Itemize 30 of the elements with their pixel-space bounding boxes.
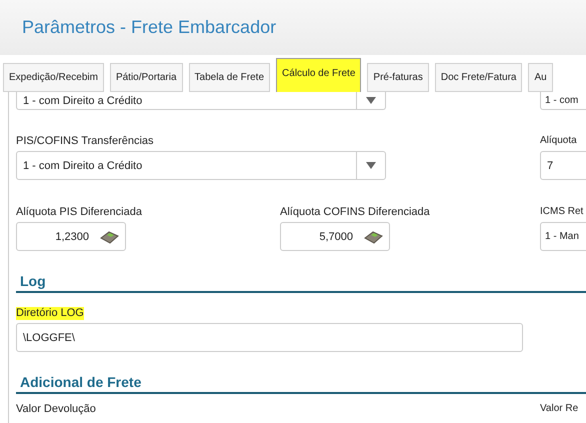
field-label: Diretório LOG (16, 307, 84, 320)
section-title: Adicional de Frete (16, 374, 586, 394)
dropdown-field[interactable]: 1 - Man (540, 222, 586, 251)
field-label: Valor Devolução (16, 403, 96, 416)
tab[interactable]: Pré-faturas (367, 63, 429, 92)
input-field[interactable]: 7 (540, 151, 586, 180)
dropdown-field[interactable]: 1 - com Direito a Crédito (16, 92, 386, 110)
number-field[interactable]: 1,2300 (16, 222, 126, 251)
dropdown-field[interactable]: 1 - com (540, 92, 586, 110)
dropdown-arrow-icon (366, 97, 376, 104)
field-label: Valor Re (540, 403, 578, 416)
section-title: Log (16, 273, 586, 293)
dropdown-field[interactable]: 1 - com Direito a Crédito (16, 151, 386, 180)
tab[interactable]: Expedição/Recebim (3, 63, 104, 92)
tab[interactable]: Cálculo de Frete (276, 58, 362, 92)
number-field[interactable]: 5,7000 (280, 222, 390, 251)
dropdown-arrow-icon (366, 162, 376, 169)
tab[interactable]: Doc Frete/Fatura (434, 63, 522, 92)
field-label: Alíquota COFINS Diferenciada (280, 206, 430, 219)
calculator-icon[interactable] (363, 230, 383, 244)
tab[interactable]: Pátio/Portaria (110, 63, 183, 92)
tab[interactable]: Au (528, 63, 553, 92)
field-label: Alíquota PIS Diferenciada (16, 206, 142, 219)
field-label: Alíquota (540, 135, 577, 148)
calculator-icon[interactable] (99, 230, 119, 244)
input-field[interactable]: \LOGGFE\ (16, 323, 523, 352)
field-label: ICMS Ret (540, 206, 584, 219)
tab[interactable]: Tabela de Frete (188, 63, 270, 92)
field-label: PIS/COFINS Transferências (16, 135, 154, 148)
page-title: Parâmetros - Frete Embarcador (22, 17, 276, 38)
